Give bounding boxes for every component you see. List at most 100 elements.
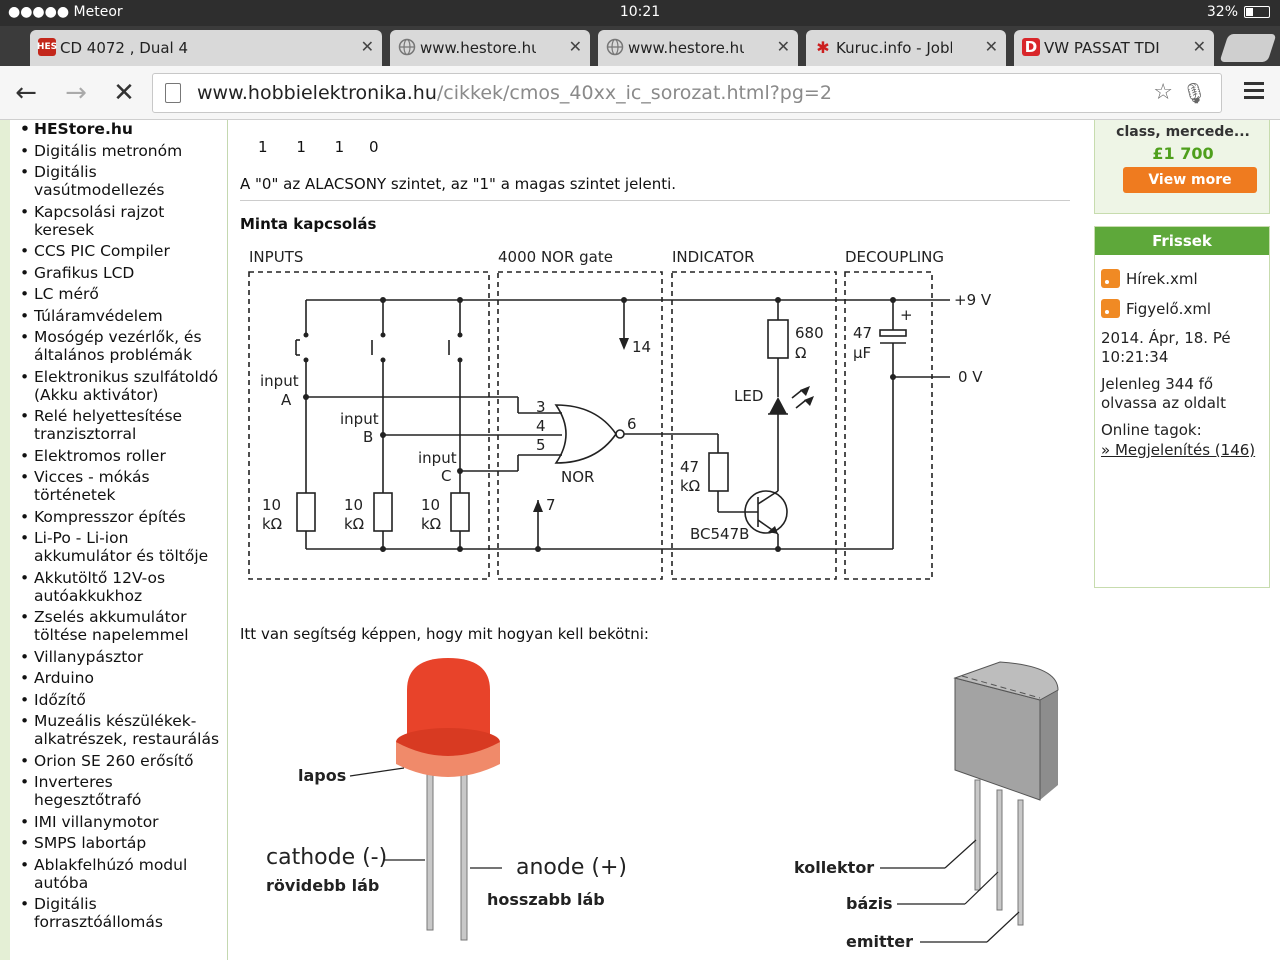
- sidebar-link[interactable]: Digitális metronóm: [20, 142, 225, 160]
- sidebar-link[interactable]: Akkutöltő 12V-os autóakkukhoz: [20, 569, 225, 605]
- resistor-unit: Ω: [795, 344, 806, 362]
- input-word: input: [418, 449, 457, 467]
- sidebar-link[interactable]: Kapcsolási rajzot keresek: [20, 203, 225, 239]
- led-diagram: lapos cathode (-) rövidebb láb anode (+)…: [266, 658, 627, 941]
- transistor-body: [953, 661, 1059, 926]
- pin-label: 3: [536, 398, 546, 416]
- address-bar[interactable]: www.hobbielektronika.hu/cikkek/cmos_40xx…: [152, 73, 1222, 113]
- capacitor-value: 47: [853, 324, 872, 342]
- sidebar-link[interactable]: Inverteres hegesztőtrafó: [20, 773, 225, 809]
- section-label: INDICATOR: [672, 248, 755, 266]
- sidebar-link[interactable]: Grafikus LCD: [20, 264, 225, 282]
- tab-title: CD 4072 , Dual 4: [60, 39, 188, 57]
- sidebar-link[interactable]: CCS PIC Compiler: [20, 242, 225, 260]
- resistor-unit: kΩ: [344, 515, 364, 533]
- online-label: Online tagok:: [1101, 421, 1202, 439]
- url-host: www.hobbielektronika.hu: [197, 82, 437, 104]
- collector-label: kollektor: [794, 858, 874, 877]
- globe-icon: [398, 38, 416, 56]
- sidebar-link[interactable]: Zselés akkumulátor töltése napelemmel: [20, 608, 225, 644]
- sidebar-link[interactable]: Elektronikus szulfátoldó (Akku aktivátor…: [20, 368, 225, 404]
- close-icon[interactable]: ✕: [777, 37, 790, 56]
- readers-text: Jelenleg 344 fő olvassa az oldalt: [1101, 375, 1226, 412]
- section-label: DECOUPLING: [845, 248, 944, 266]
- sidebar-link[interactable]: Digitális forrasztóállomás: [20, 895, 225, 931]
- sidebar-link[interactable]: Vicces - mókás történetek: [20, 468, 225, 504]
- resistor-unit: kΩ: [421, 515, 441, 533]
- sidebar-link[interactable]: Li-Po - Li-ion akkumulátor és töltője: [20, 529, 225, 565]
- sidebar-link[interactable]: Muzeális készülékek-alkatrészek, restaur…: [20, 712, 225, 748]
- d-logo-icon: D: [1022, 38, 1040, 56]
- tab-4[interactable]: ✱ Kuruc.info - Jobbik-p ✕: [806, 30, 1006, 66]
- sidebar-stripe: [0, 120, 10, 960]
- sidebar-link[interactable]: Időzítő: [20, 691, 225, 709]
- pin-label: 6: [627, 415, 637, 433]
- tab-5[interactable]: D VW PASSAT TDI For ✕: [1014, 30, 1214, 66]
- tab-title: www.hestore.hu/files: [420, 39, 536, 57]
- close-icon[interactable]: ✕: [1193, 37, 1206, 56]
- rss-icon: [1101, 299, 1120, 318]
- back-arrow-icon[interactable]: ←: [10, 78, 42, 108]
- truth-cell: 0: [368, 138, 379, 156]
- sidebar-link[interactable]: SMPS labortáp: [20, 834, 225, 852]
- close-icon[interactable]: ✕: [569, 37, 582, 56]
- microphone-icon[interactable]: 🎙: [1182, 74, 1207, 112]
- input-name: C: [441, 467, 451, 485]
- resistor-value: 10: [262, 496, 281, 514]
- sidebar-list: HEStore.hu Digitális metronóm Digitális va…: [20, 120, 225, 935]
- forward-arrow-icon[interactable]: →: [60, 78, 92, 108]
- menu-icon[interactable]: [1244, 82, 1264, 102]
- sidebar-link[interactable]: Digitális vasútmodellezés: [20, 163, 225, 199]
- sidebar-link[interactable]: Relé helyettesítése tranzisztorral: [20, 407, 225, 443]
- tab-1[interactable]: HES CD 4072 , Dual 4 ✕: [30, 30, 382, 66]
- close-icon[interactable]: ✕: [361, 37, 374, 56]
- sidebar-link[interactable]: HEStore.hu: [20, 120, 225, 138]
- tab-2[interactable]: www.hestore.hu/files ✕: [390, 30, 590, 66]
- resistor-unit: kΩ: [680, 477, 700, 495]
- sidebar-link[interactable]: Arduino: [20, 669, 225, 687]
- clock: 10:21: [619, 4, 661, 20]
- sidebar-link[interactable]: Mosógép vezérlők, és általános problémák: [20, 328, 225, 364]
- page-icon: [165, 83, 181, 103]
- sidebar-link[interactable]: IMI villanymotor: [20, 813, 225, 831]
- level-note: A "0" az ALACSONY szintet, az "1" a maga…: [240, 175, 677, 193]
- input-word: input: [260, 372, 299, 390]
- rss-icon: [1101, 269, 1120, 288]
- left-sidebar: HEStore.hu Digitális metronóm Digitális va…: [0, 120, 228, 960]
- fresh-header: Frissek: [1095, 227, 1269, 255]
- bookmark-star-icon[interactable]: ☆: [1153, 74, 1173, 112]
- sidebar-link[interactable]: Kompresszor építés: [20, 508, 225, 526]
- view-more-button[interactable]: View more: [1123, 167, 1257, 193]
- sidebar-link[interactable]: Elektromos roller: [20, 447, 225, 465]
- input-name: A: [281, 391, 292, 409]
- resistor-value: 10: [421, 496, 440, 514]
- divider: [240, 200, 1070, 201]
- feed-link-watch[interactable]: Figyelő.xml: [1101, 299, 1211, 318]
- sidebar-link[interactable]: LC mérő: [20, 285, 225, 303]
- globe-icon: [606, 38, 624, 56]
- stop-loading-icon[interactable]: ✕: [108, 78, 140, 108]
- capacitor-plus: +: [900, 306, 913, 324]
- schematic-labels: INPUTS 4000 NOR gate INDICATOR DECOUPLIN…: [249, 248, 992, 543]
- anode-label: anode (+): [516, 855, 627, 880]
- truth-cell: 1: [258, 138, 268, 156]
- truth-table-row: 1 1 1 0: [258, 138, 379, 156]
- close-icon[interactable]: ✕: [985, 37, 998, 56]
- gate-label: NOR: [561, 468, 594, 486]
- sidebar-link[interactable]: Ablakfelhúzó modul autóba: [20, 856, 225, 892]
- sidebar-link[interactable]: Villanypásztor: [20, 648, 225, 666]
- feed-link-news[interactable]: Hírek.xml: [1101, 269, 1198, 288]
- tab-3[interactable]: www.hestore.hu/files ✕: [598, 30, 798, 66]
- new-tab-button[interactable]: [1219, 34, 1277, 62]
- longer-leg-label: hosszabb láb: [487, 890, 605, 909]
- sidebar-link[interactable]: Túláramvédelem: [20, 307, 225, 325]
- online-members-link[interactable]: » Megjelenítés (146): [1101, 441, 1269, 460]
- ad-title: class, mercede...: [1116, 124, 1250, 140]
- tab-title: VW PASSAT TDI For: [1044, 39, 1160, 57]
- tab-strip: HES CD 4072 , Dual 4 ✕ www.hestore.hu/fi…: [0, 26, 1280, 66]
- pin-label: 5: [536, 436, 546, 454]
- ad-box: class, mercede... £1 700 View more: [1094, 120, 1270, 214]
- sidebar-link[interactable]: Orion SE 260 erősítő: [20, 752, 225, 770]
- base-label: bázis: [846, 894, 893, 913]
- status-bar: ●●●●● Meteor 10:21 32%: [0, 0, 1280, 26]
